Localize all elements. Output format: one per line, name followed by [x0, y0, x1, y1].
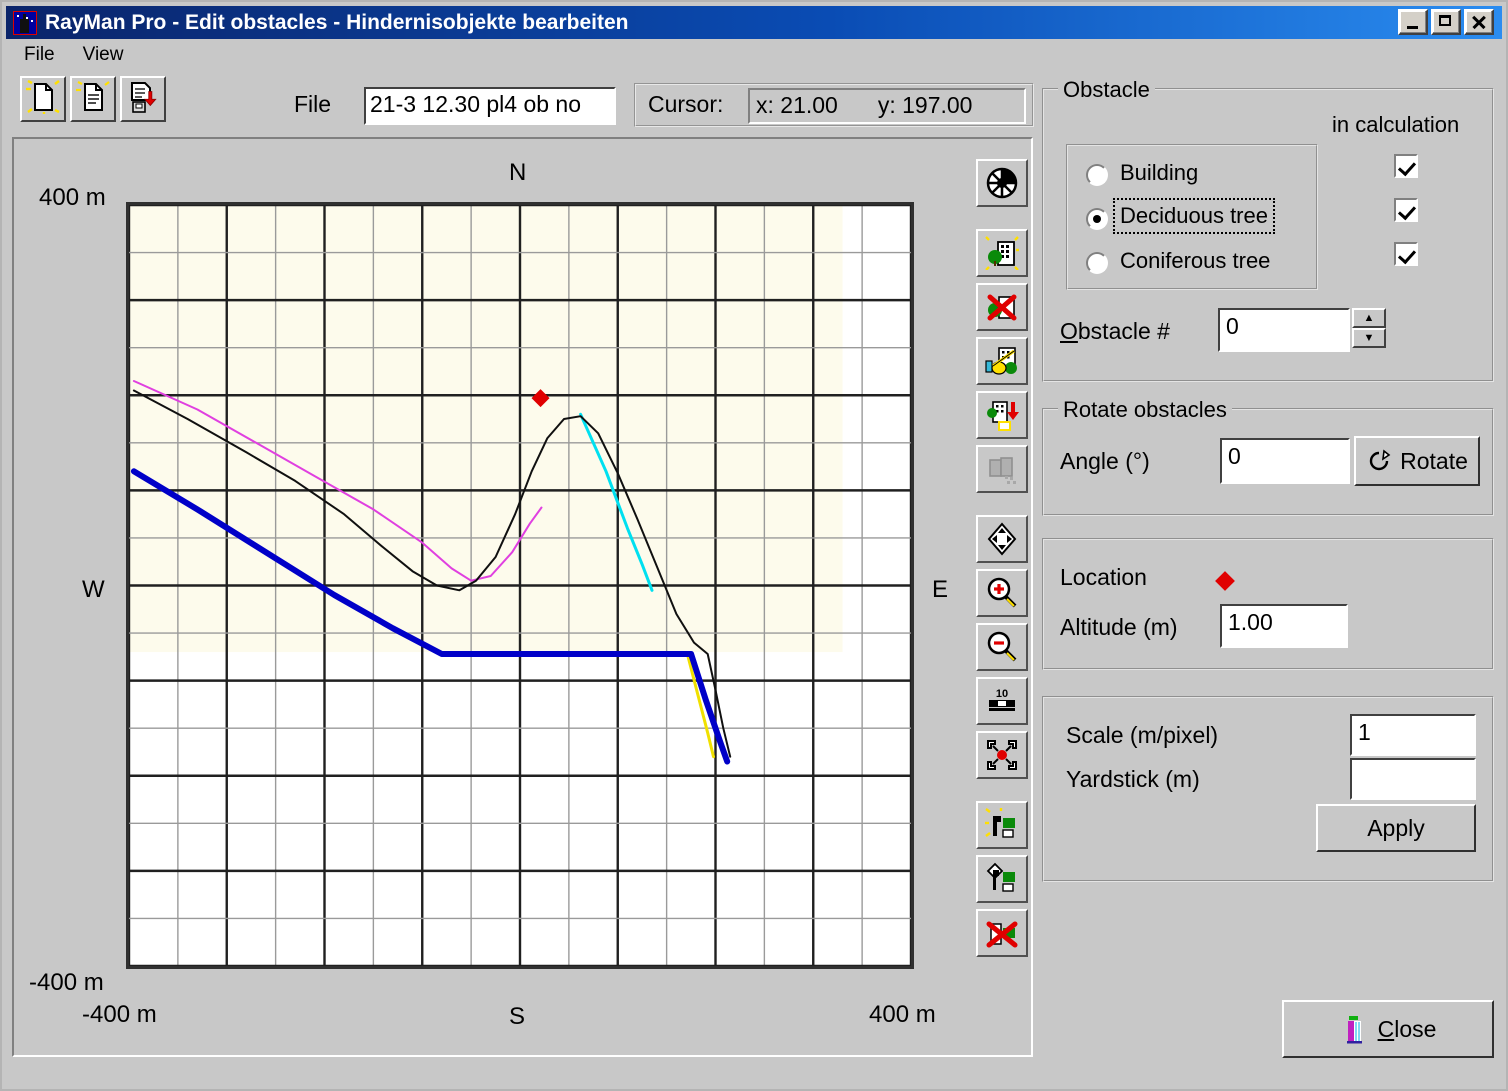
checkbox-coniferous-in-calculation[interactable] [1394, 242, 1418, 266]
open-file-icon[interactable] [70, 76, 116, 122]
new-file-icon[interactable] [20, 76, 66, 122]
angle-label: Angle (°) [1060, 448, 1150, 474]
chart-tools: 10 [976, 159, 1032, 963]
rotate-icon [1369, 449, 1391, 471]
application-window: RayMan Pro - Edit obstacles - Hinderniso… [0, 0, 1508, 1091]
apply-button-label: Apply [1367, 814, 1425, 841]
radio-coniferous-tree-label[interactable]: Coniferous tree [1120, 248, 1270, 274]
chart-svg [129, 205, 911, 966]
window-controls [1395, 9, 1494, 35]
window-title: RayMan Pro - Edit obstacles - Hinderniso… [45, 10, 629, 34]
cursor-label: Cursor: [648, 91, 724, 117]
center-icon[interactable] [976, 731, 1028, 779]
file-input[interactable]: 21-3 12.30 pl4 ob no [364, 87, 616, 125]
svg-text:10: 10 [996, 688, 1008, 700]
add-area-icon[interactable] [976, 801, 1028, 849]
obstacle-group-title: Obstacle [1058, 77, 1155, 103]
scale-group: Scale (m/pixel) 1 Yardstick (m) Apply [1042, 696, 1494, 882]
yardstick-icon[interactable]: 10 [976, 677, 1028, 725]
cursor-values: x: 21.00 y: 197.00 [748, 88, 1026, 124]
obstacle-number-label: Obstacle # [1060, 318, 1170, 344]
close-button[interactable]: Close [1282, 1000, 1494, 1058]
obstacle-type-group: Building Deciduous tree Coniferous tree [1066, 144, 1318, 290]
plot-panel: 400 m -400 m -400 m 400 m N W E S 10 [12, 137, 1033, 1057]
obstacle-chart[interactable] [126, 202, 914, 969]
edit-building-icon[interactable] [976, 337, 1028, 385]
checkbox-building-in-calculation[interactable] [1394, 154, 1418, 178]
file-label: File [294, 91, 332, 117]
move-area-icon[interactable] [976, 855, 1028, 903]
compass-icon[interactable] [976, 159, 1028, 207]
yardstick-input[interactable] [1350, 758, 1476, 800]
minimize-button[interactable] [1398, 9, 1428, 35]
menu-bar: File View [6, 41, 1502, 69]
close-window-button[interactable] [1464, 9, 1494, 35]
angle-input[interactable]: 0 [1220, 438, 1350, 484]
obstacle-number-stepper[interactable]: ▲ ▼ [1352, 308, 1386, 348]
zoom-out-icon[interactable] [976, 623, 1028, 671]
stepper-up[interactable]: ▲ [1352, 308, 1386, 328]
obstacle-number-input[interactable]: 0 [1218, 308, 1350, 352]
exit-door-icon [1346, 1016, 1362, 1044]
scale-input[interactable]: 1 [1350, 714, 1476, 756]
copy-building-icon[interactable] [976, 445, 1028, 493]
y-axis-min-label: -400 m [29, 969, 104, 996]
rotate-group-title: Rotate obstacles [1058, 397, 1232, 423]
compass-label-north: N [509, 159, 527, 186]
compass-label-west: W [82, 576, 105, 603]
pan-icon[interactable] [976, 515, 1028, 563]
radio-deciduous-tree[interactable] [1086, 208, 1108, 230]
cursor-readout: Cursor: x: 21.00 y: 197.00 [634, 83, 1034, 127]
add-building-icon[interactable] [976, 229, 1028, 277]
compass-label-east: E [932, 576, 949, 603]
save-file-icon[interactable] [120, 76, 166, 122]
cursor-y-value: y: 197.00 [877, 92, 973, 118]
rotate-group: Rotate obstacles Angle (°) 0 Rotate [1042, 397, 1494, 516]
delete-building-icon[interactable] [976, 283, 1028, 331]
radio-deciduous-tree-label[interactable]: Deciduous tree [1113, 198, 1275, 234]
zoom-in-icon[interactable] [976, 569, 1028, 617]
x-axis-max-label: 400 m [869, 1001, 936, 1028]
radio-building[interactable] [1086, 164, 1108, 186]
radio-coniferous-tree[interactable] [1086, 252, 1108, 274]
y-axis-max-label: 400 m [39, 184, 106, 211]
maximize-button[interactable] [1431, 9, 1461, 35]
radio-building-label[interactable]: Building [1120, 160, 1198, 186]
yardstick-label: Yardstick (m) [1066, 766, 1200, 792]
location-group: Location Altitude (m) 1.00 [1042, 538, 1494, 670]
rotate-button-label: Rotate [1400, 447, 1468, 474]
title-bar: RayMan Pro - Edit obstacles - Hinderniso… [6, 6, 1502, 39]
scale-label: Scale (m/pixel) [1066, 722, 1219, 748]
x-axis-min-label: -400 m [82, 1001, 157, 1028]
close-button-label: Close [1377, 1015, 1437, 1042]
chart-plot-area[interactable] [126, 202, 914, 969]
obstacle-group: Obstacle in calculation Building Deciduo… [1042, 77, 1494, 382]
app-icon [13, 10, 37, 35]
stepper-down[interactable]: ▼ [1352, 328, 1386, 348]
checkbox-deciduous-in-calculation[interactable] [1394, 198, 1418, 222]
delete-area-icon[interactable] [976, 909, 1028, 957]
settings-panel: Obstacle in calculation Building Deciduo… [1042, 77, 1494, 1058]
altitude-input[interactable]: 1.00 [1220, 604, 1348, 648]
cursor-x-value: x: 21.00 [756, 92, 838, 118]
location-label: Location [1060, 564, 1147, 590]
import-building-icon[interactable] [976, 391, 1028, 439]
menu-item-view[interactable]: View [73, 42, 134, 68]
compass-label-south: S [509, 1003, 526, 1030]
altitude-label: Altitude (m) [1060, 614, 1178, 640]
rotate-button[interactable]: Rotate [1354, 436, 1480, 486]
location-marker-swatch [1215, 571, 1235, 591]
in-calculation-label: in calculation [1332, 112, 1460, 137]
apply-button[interactable]: Apply [1316, 804, 1476, 852]
menu-item-file[interactable]: File [14, 42, 65, 68]
